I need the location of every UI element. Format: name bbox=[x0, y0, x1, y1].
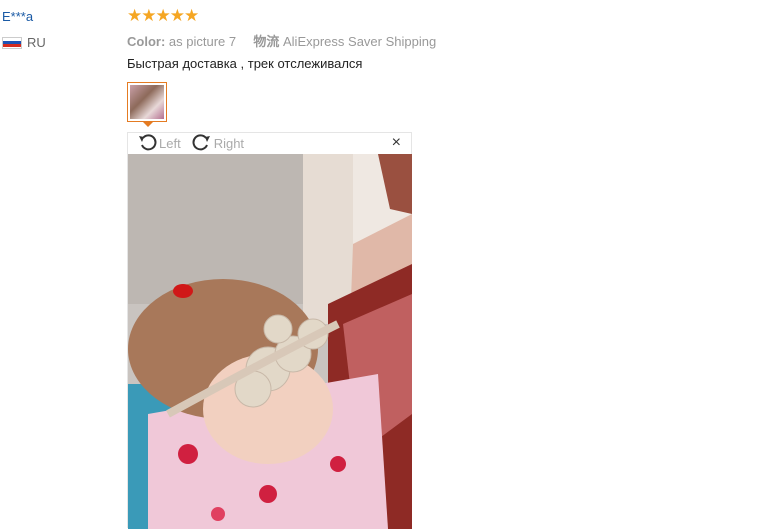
review-photo-thumbnail[interactable] bbox=[127, 82, 167, 122]
rotate-right-icon bbox=[191, 133, 214, 154]
viewer-toolbar: Left Right × bbox=[128, 133, 411, 154]
thumbnail-pointer bbox=[142, 121, 154, 127]
color-label: Color: bbox=[127, 34, 166, 49]
review-meta: Color: as picture 7 物流 AliExpress Saver … bbox=[127, 31, 436, 50]
star-rating: ★★★★★ bbox=[127, 6, 199, 25]
reviewer-country: RU bbox=[2, 35, 46, 50]
reviewer-name: E***a bbox=[2, 9, 34, 24]
close-icon[interactable]: × bbox=[392, 135, 401, 151]
photo-viewer: Left Right × bbox=[127, 132, 412, 529]
rotate-left-label: Left bbox=[159, 136, 181, 151]
rotate-left-icon bbox=[138, 133, 159, 154]
rotate-right-button[interactable]: Right bbox=[191, 133, 244, 154]
shipping-label: 物流 bbox=[253, 34, 280, 49]
rotate-left-button[interactable]: Left bbox=[138, 133, 181, 154]
color-value: as picture 7 bbox=[168, 34, 237, 49]
russia-flag-icon bbox=[2, 36, 22, 49]
country-code: RU bbox=[27, 35, 46, 50]
review-text: Быстрая доставка , трек отслеживался bbox=[127, 56, 363, 71]
rotate-right-label: Right bbox=[213, 136, 245, 151]
shipping-value: AliExpress Saver Shipping bbox=[283, 34, 437, 49]
review-photo-large bbox=[128, 154, 412, 529]
baby-photo-image bbox=[128, 154, 412, 529]
